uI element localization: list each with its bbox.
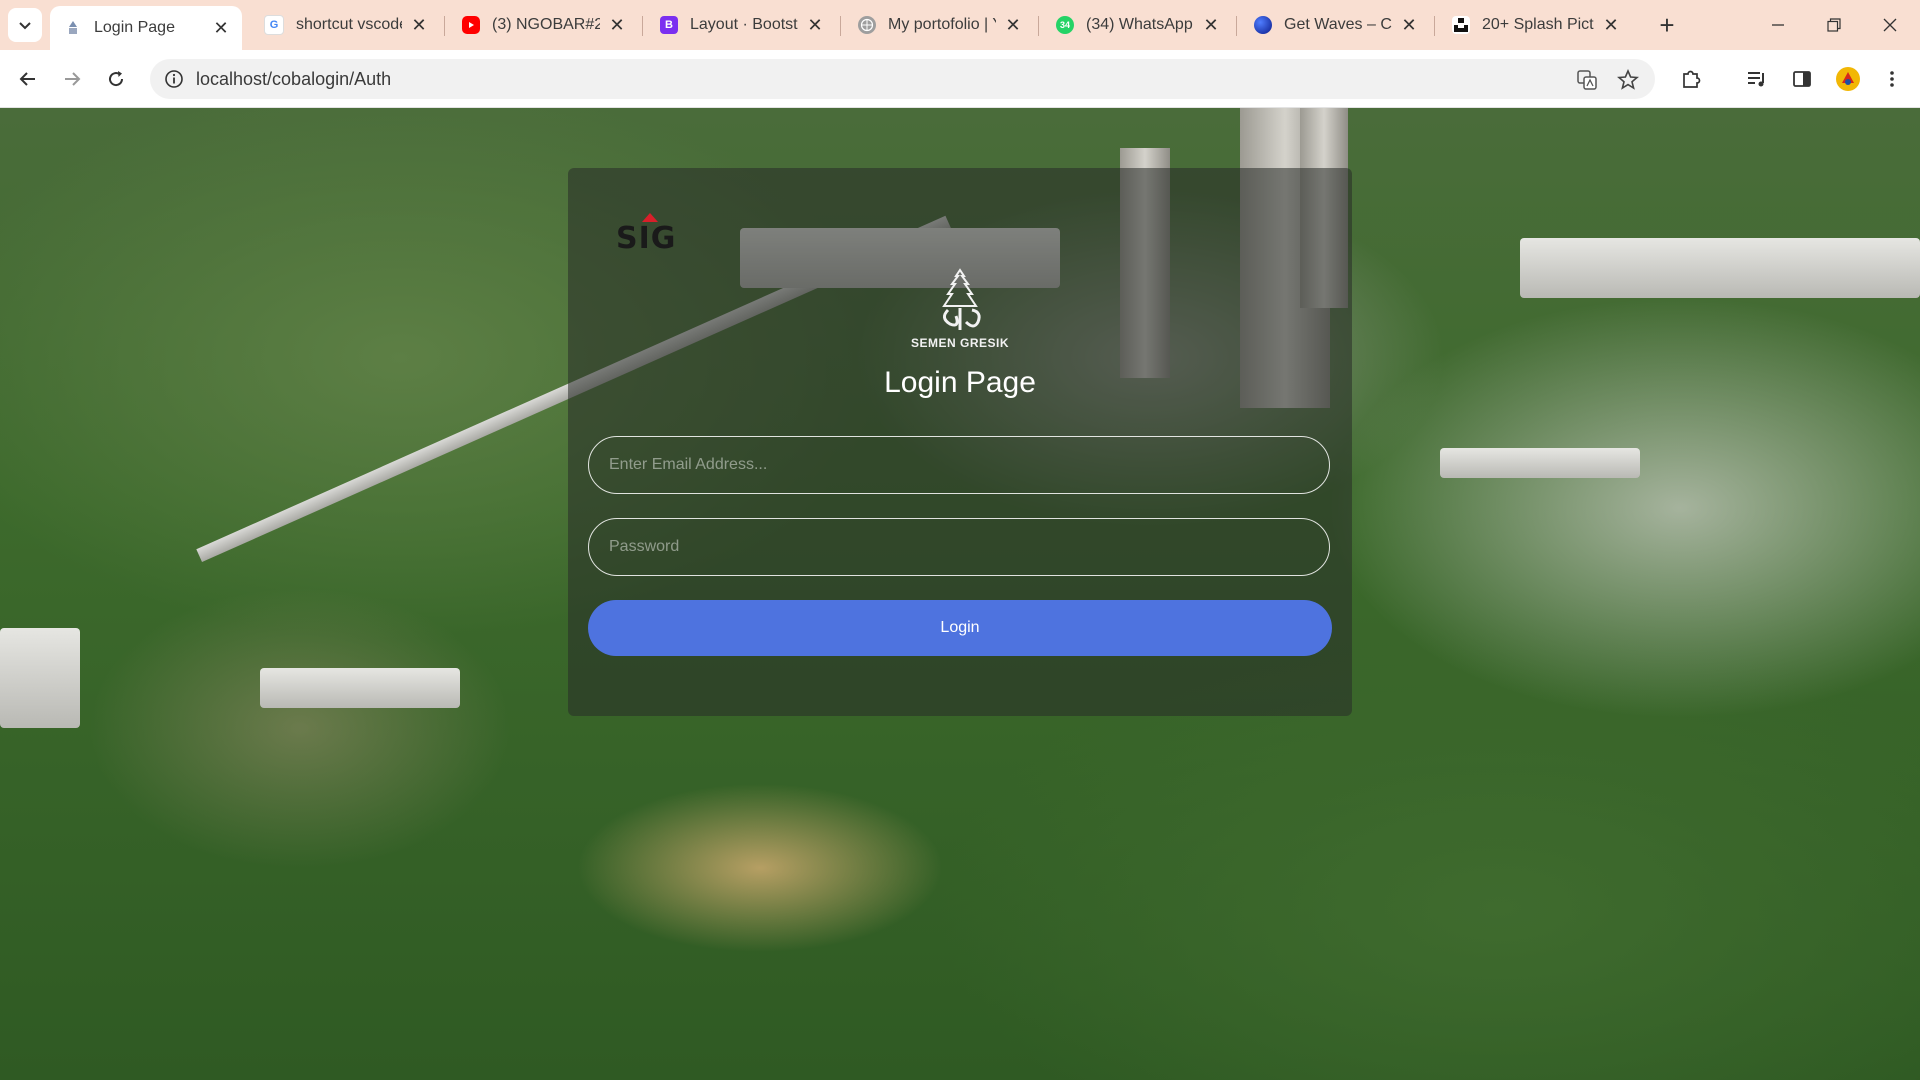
tab-separator	[1038, 16, 1039, 36]
login-button[interactable]: Login	[588, 600, 1332, 656]
close-icon[interactable]: ✕	[606, 14, 628, 36]
tab-separator	[840, 16, 841, 36]
tab-portfolio[interactable]: My portofolio | Y ✕	[844, 6, 1034, 44]
address-bar[interactable]: localhost/cobalogin/Auth	[150, 59, 1655, 99]
tab-title: Get Waves – Cre	[1284, 16, 1392, 33]
tab-splash[interactable]: 20+ Splash Pictu ✕	[1438, 6, 1632, 44]
tab-title: (3) NGOBAR#27	[492, 16, 600, 33]
bootstrap-icon: B	[660, 16, 678, 34]
tab-separator	[444, 16, 445, 36]
background-building	[1440, 448, 1640, 478]
close-icon[interactable]: ✕	[1200, 14, 1222, 36]
tab-separator	[642, 16, 643, 36]
side-panel-icon	[1793, 71, 1811, 87]
reload-button[interactable]	[100, 63, 132, 95]
chevron-down-icon	[19, 22, 31, 30]
close-icon[interactable]: ✕	[1600, 14, 1622, 36]
new-tab-button[interactable]: +	[1652, 10, 1682, 40]
playlist-icon	[1748, 72, 1764, 87]
puzzle-icon	[1683, 70, 1701, 88]
close-icon[interactable]: ✕	[1002, 14, 1024, 36]
tab-title: (34) WhatsApp	[1086, 16, 1193, 33]
notification-count: 34	[1059, 20, 1070, 30]
google-icon: G	[264, 15, 284, 35]
page-title: Login Page	[884, 366, 1036, 399]
tab-title: shortcut vscode	[296, 16, 402, 33]
media-control-button[interactable]	[1740, 63, 1772, 95]
youtube-icon	[462, 16, 480, 34]
minimize-button[interactable]	[1750, 0, 1806, 50]
password-field[interactable]	[588, 518, 1330, 576]
tab-title: My portofolio | Y	[888, 16, 996, 33]
tab-search-button[interactable]	[8, 8, 42, 42]
arrow-left-icon	[19, 72, 35, 86]
logo-text: SIG	[616, 221, 677, 256]
sig-logo: SIG	[616, 213, 686, 256]
close-window-button[interactable]	[1862, 0, 1918, 50]
profile-avatar[interactable]	[1832, 63, 1864, 95]
side-panel-button[interactable]	[1786, 63, 1818, 95]
browser-menu-button[interactable]	[1876, 63, 1908, 95]
waves-icon	[1254, 16, 1272, 34]
unsplash-icon	[1452, 16, 1470, 34]
tab-bootstrap[interactable]: B Layout · Bootstra ✕	[646, 6, 836, 44]
site-info-icon[interactable]	[164, 69, 184, 89]
tab-separator	[1434, 16, 1435, 36]
url-text[interactable]: localhost/cobalogin/Auth	[196, 69, 391, 90]
background-building	[0, 628, 80, 728]
email-field[interactable]	[588, 436, 1330, 494]
login-card: SIG SEMEN GRESIK Login Page Login	[568, 168, 1352, 716]
close-icon[interactable]: ✕	[1398, 14, 1420, 36]
globe-icon	[858, 16, 876, 34]
browser-toolbar: localhost/cobalogin/Auth	[0, 50, 1920, 108]
reload-icon	[109, 71, 124, 87]
background-building	[1520, 238, 1920, 298]
tab-whatsapp[interactable]: 34 (34) WhatsApp ✕	[1042, 6, 1232, 44]
bookmark-star-icon[interactable]	[1615, 67, 1641, 93]
tab-youtube[interactable]: (3) NGOBAR#27 ✕	[448, 6, 638, 44]
page-viewport: SIG SEMEN GRESIK Login Page Login	[0, 108, 1920, 1080]
tab-title: 20+ Splash Pictu	[1482, 16, 1594, 33]
background-building	[260, 668, 460, 708]
whatsapp-icon: 34	[1056, 16, 1074, 34]
sig-favicon-icon	[64, 19, 82, 37]
emblem-caption: SEMEN GRESIK	[910, 336, 1009, 350]
restore-button[interactable]	[1806, 0, 1862, 50]
back-button[interactable]	[12, 63, 44, 95]
translate-icon[interactable]	[1574, 67, 1600, 93]
tab-get-waves[interactable]: Get Waves – Cre ✕	[1240, 6, 1430, 44]
arrow-right-icon	[65, 72, 81, 86]
tab-login-page[interactable]: Login Page ✕	[50, 6, 242, 50]
restore-icon	[1827, 18, 1841, 32]
tab-title: Layout · Bootstra	[690, 16, 798, 33]
forward-button[interactable]	[56, 63, 88, 95]
tab-separator	[1236, 16, 1237, 36]
tab-title: Login Page	[94, 19, 175, 36]
more-vertical-icon	[1890, 71, 1894, 87]
close-icon[interactable]: ✕	[408, 14, 430, 36]
tab-strip: Login Page ✕ G shortcut vscode ✕ (3) NGO…	[0, 0, 1920, 50]
close-icon	[1883, 18, 1897, 32]
semen-gresik-emblem: SEMEN GRESIK	[908, 268, 1012, 350]
gunungan-emblem-icon	[942, 268, 981, 330]
extensions-button[interactable]	[1675, 63, 1707, 95]
close-icon[interactable]: ✕	[210, 17, 232, 39]
minimize-icon	[1772, 24, 1784, 26]
close-icon[interactable]: ✕	[804, 14, 826, 36]
avatar-icon	[1836, 67, 1860, 91]
tab-shortcut-vscode[interactable]: G shortcut vscode ✕	[250, 6, 440, 44]
